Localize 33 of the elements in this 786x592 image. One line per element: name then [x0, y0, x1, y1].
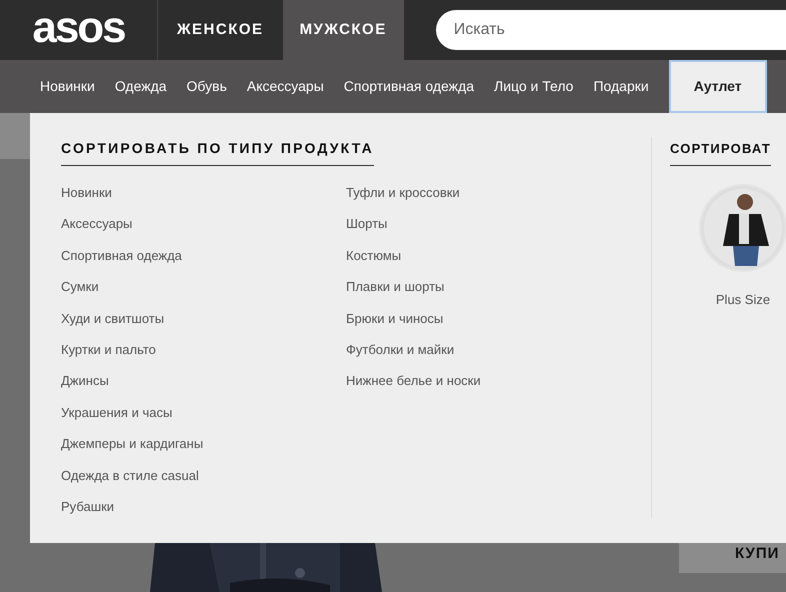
category-link[interactable]: Сумки [61, 277, 99, 309]
nav-link[interactable]: Аксессуары [236, 60, 334, 113]
category-link[interactable]: Куртки и пальто [61, 340, 156, 372]
nav-link[interactable]: Лицо и Тело [484, 60, 584, 113]
category-link[interactable]: Футболки и майки [346, 340, 454, 372]
search-field[interactable]: Искать [436, 10, 786, 50]
category-link[interactable]: Одежда в стиле casual [61, 466, 199, 497]
category-link[interactable]: Туфли и кроссовки [346, 183, 460, 214]
category-link[interactable]: Костюмы [346, 246, 402, 278]
category-link[interactable]: Украшения и часы [61, 402, 172, 434]
nav-link[interactable]: Одежда [104, 60, 177, 113]
nav-link[interactable]: Новинки [30, 60, 105, 113]
category-link[interactable]: Рубашки [61, 496, 114, 528]
category-link[interactable]: Новинки [61, 183, 112, 214]
category-link[interactable]: Джемперы и кардиганы [61, 434, 204, 466]
category-link[interactable]: Плавки и шорты [346, 277, 444, 309]
category-link[interactable]: Нижнее белье и носки [346, 371, 481, 403]
page-background [0, 113, 30, 159]
nav-link[interactable]: Обувь [176, 60, 237, 113]
category-link[interactable]: Аксессуары [61, 214, 132, 246]
nav-link[interactable]: Подарки [583, 60, 659, 113]
category-link[interactable]: Брюки и чиносы [346, 308, 444, 340]
section-heading: СОРТИРОВАТЬ ПО ТИПУ ПРОДУКТА [61, 140, 374, 156]
gender-tab[interactable]: МУЖСКОЕ [282, 0, 404, 60]
category-label: Plus Size [716, 291, 770, 309]
logo[interactable]: asos [32, 6, 125, 54]
category-link[interactable]: Спортивная одежда [61, 246, 182, 278]
nav-link[interactable]: Спортивная одежда [334, 60, 484, 113]
section-heading: СОРТИРОВАТ [670, 141, 771, 156]
nav-link[interactable]: Аутлет [668, 60, 767, 113]
category-link[interactable]: Худи и свитшоты [61, 308, 164, 340]
category-link[interactable]: Шорты [346, 214, 388, 246]
category-link[interactable]: Джинсы [61, 371, 109, 403]
